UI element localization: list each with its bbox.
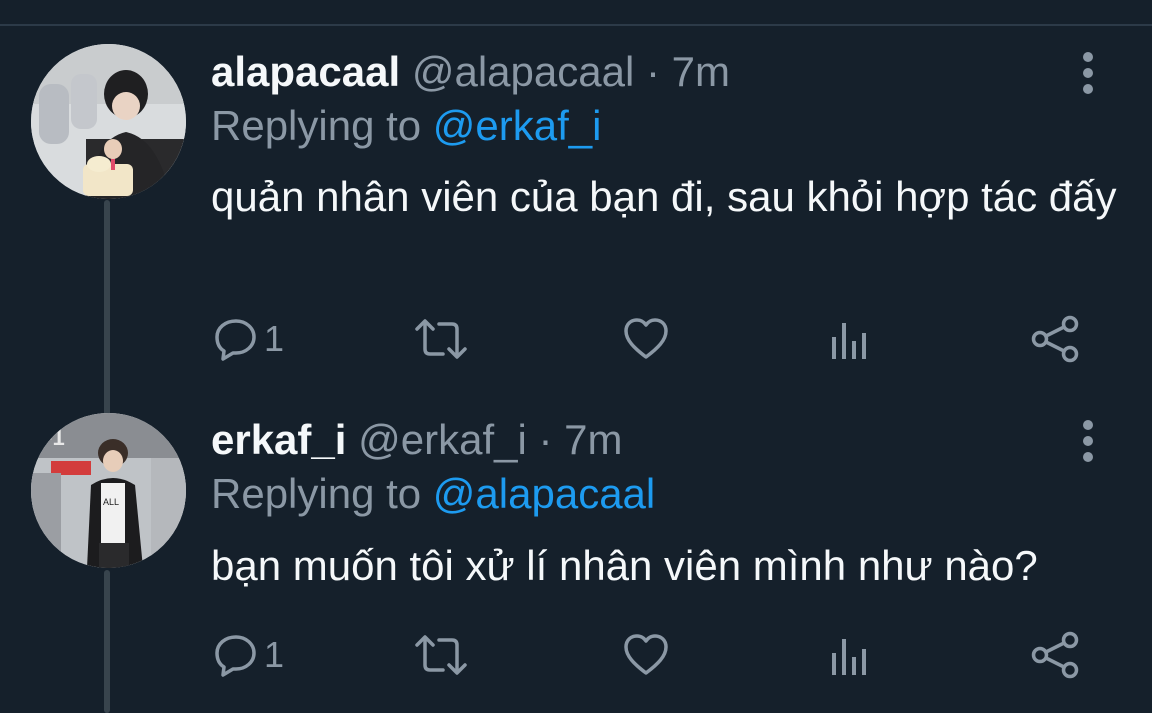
- avatar[interactable]: [31, 44, 186, 199]
- retweet-button[interactable]: [413, 627, 469, 683]
- retweet-icon: [415, 635, 467, 675]
- reply-count: 1: [264, 634, 285, 675]
- avatar-photo: F1 ALL: [31, 413, 186, 568]
- thread-screen: alapacaal @alapacaal · 7m Replying to @e…: [0, 0, 1152, 713]
- tweet-header: alapacaal @alapacaal · 7m: [211, 47, 730, 97]
- share-icon: [1031, 631, 1079, 679]
- mention-link[interactable]: @erkaf_i: [433, 102, 602, 149]
- more-vertical-icon-dot: [1083, 84, 1093, 94]
- share-button[interactable]: [1030, 627, 1080, 683]
- avatar-photo: [31, 44, 186, 199]
- more-vertical-icon-dot: [1083, 452, 1093, 462]
- display-name[interactable]: erkaf_i: [211, 416, 346, 463]
- replying-to: Replying to @erkaf_i: [211, 101, 602, 151]
- tweet-header: erkaf_i @erkaf_i · 7m: [211, 415, 623, 465]
- reply-button[interactable]: 1: [212, 627, 284, 683]
- avatar[interactable]: F1 ALL: [31, 413, 186, 568]
- separator: ·: [634, 48, 672, 95]
- like-button[interactable]: [622, 627, 670, 683]
- replying-to: Replying to @alapacaal: [211, 469, 655, 519]
- more-options-button[interactable]: [1074, 416, 1104, 466]
- share-button[interactable]: [1030, 311, 1080, 367]
- replying-label: Replying to: [211, 470, 433, 517]
- user-handle[interactable]: @erkaf_i: [358, 416, 527, 463]
- timestamp[interactable]: 7m: [672, 48, 730, 95]
- like-icon: [624, 634, 668, 675]
- like-icon: [624, 318, 668, 359]
- more-options-button[interactable]: [1074, 48, 1104, 98]
- retweet-icon: [415, 319, 467, 359]
- like-button[interactable]: [622, 311, 670, 367]
- reply-icon: [215, 635, 256, 677]
- analytics-button[interactable]: [828, 627, 872, 683]
- separator: ·: [526, 416, 565, 463]
- analytics-icon: [832, 323, 866, 359]
- timestamp[interactable]: 7m: [564, 416, 622, 463]
- more-vertical-icon: [1083, 420, 1093, 430]
- reply-icon: [215, 319, 256, 361]
- action-bar: 1: [0, 311, 1152, 367]
- mention-link[interactable]: @alapacaal: [433, 470, 655, 517]
- tweet[interactable]: alapacaal @alapacaal · 7m Replying to @e…: [0, 0, 1152, 400]
- display-name[interactable]: alapacaal: [211, 48, 400, 95]
- tweet-text: bạn muốn tôi xử lí nhân viên mình như nà…: [211, 542, 1038, 589]
- user-handle[interactable]: @alapacaal: [412, 48, 634, 95]
- more-vertical-icon-dot: [1083, 68, 1093, 78]
- analytics-icon: [832, 639, 866, 675]
- tweet-text: quản nhân viên của bạn đi, sau khỏi hợp …: [211, 173, 1117, 220]
- more-vertical-icon-dot: [1083, 436, 1093, 446]
- svg-text:F1: F1: [39, 425, 65, 450]
- action-bar: 1: [0, 627, 1152, 683]
- analytics-button[interactable]: [828, 311, 872, 367]
- svg-text:ALL: ALL: [103, 497, 119, 507]
- replying-label: Replying to: [211, 102, 433, 149]
- retweet-button[interactable]: [413, 311, 469, 367]
- reply-count: 1: [264, 318, 285, 359]
- share-icon: [1031, 315, 1079, 363]
- more-vertical-icon: [1083, 52, 1093, 62]
- reply-button[interactable]: 1: [212, 311, 284, 367]
